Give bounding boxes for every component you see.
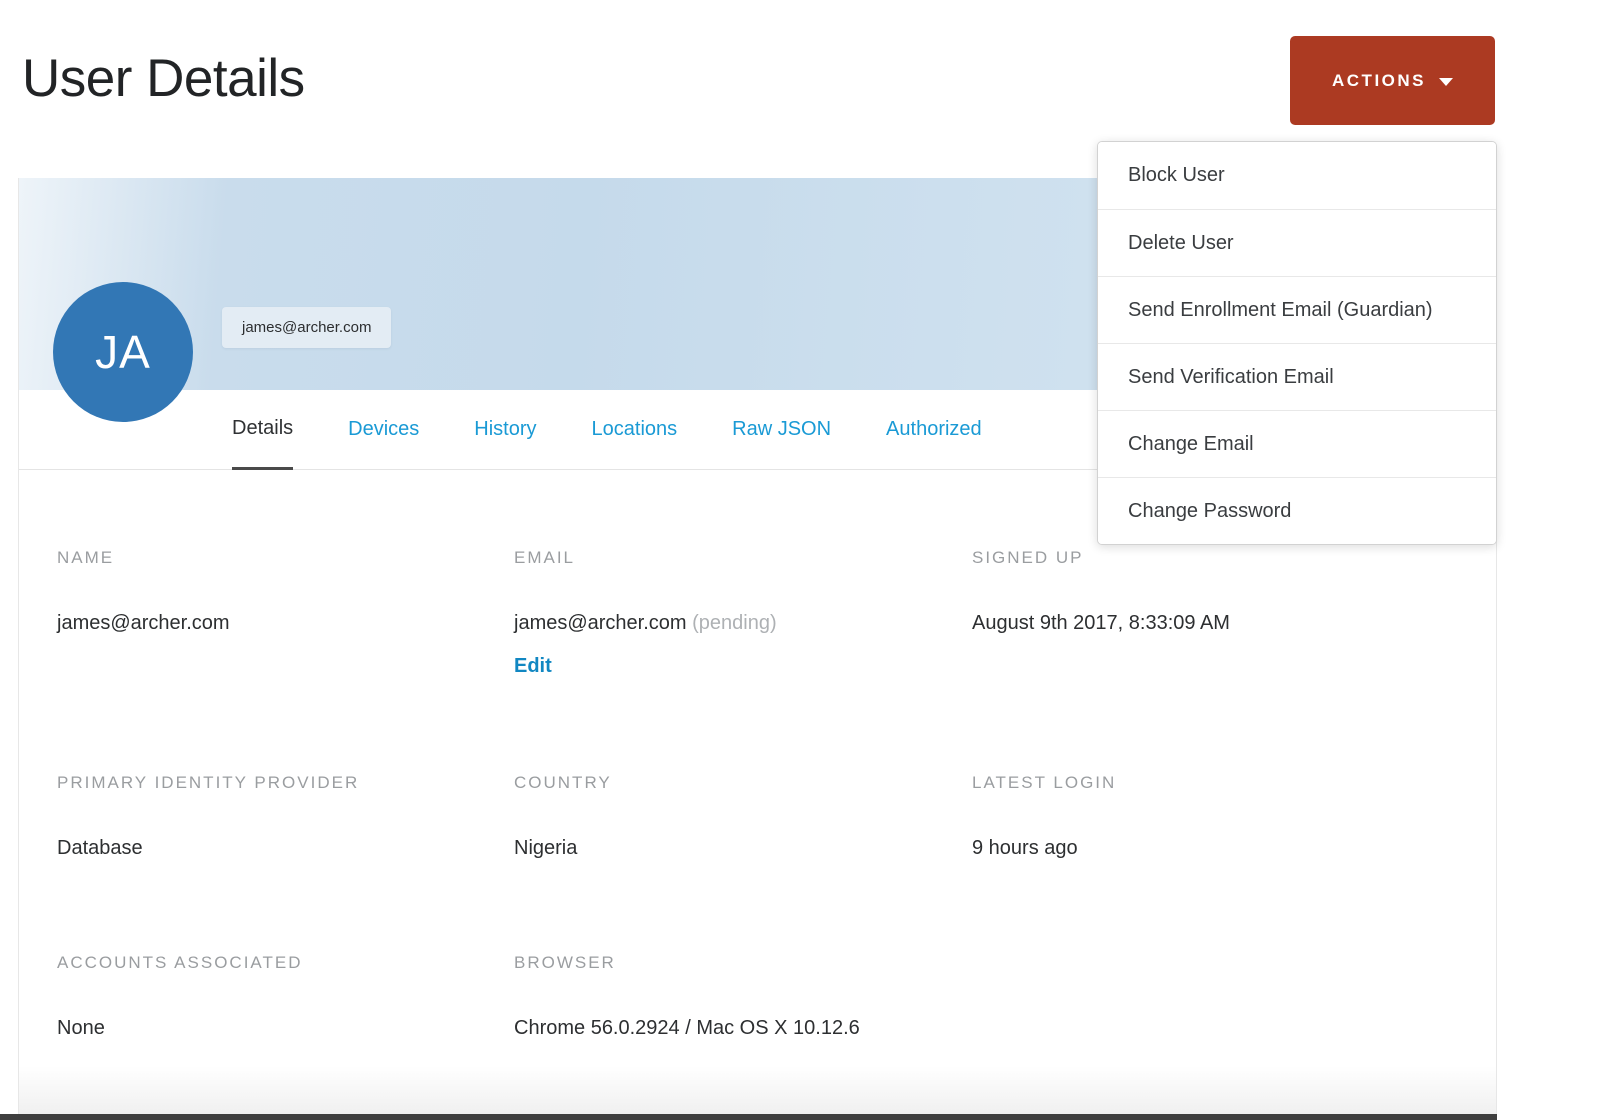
menu-item-send-verification-email[interactable]: Send Verification Email xyxy=(1098,343,1496,410)
edit-email-link[interactable]: Edit xyxy=(514,655,552,678)
field-accounts-associated-label: ACCOUNTS ASSOCIATED xyxy=(57,953,303,972)
field-name-value: james@archer.com xyxy=(57,612,230,634)
page-title: User Details xyxy=(22,49,305,108)
email-chip: james@archer.com xyxy=(222,307,392,348)
field-email: EMAIL james@archer.com (pending) Edit xyxy=(514,548,777,678)
field-browser: BROWSER Chrome 56.0.2924 / Mac OS X 10.1… xyxy=(514,953,860,1041)
field-primary-idp-label: PRIMARY IDENTITY PROVIDER xyxy=(57,773,360,792)
menu-item-block-user[interactable]: Block User xyxy=(1098,142,1496,209)
tab-details[interactable]: Details xyxy=(232,390,294,470)
field-latest-login-value: 9 hours ago xyxy=(972,837,1078,859)
menu-item-delete-user[interactable]: Delete User xyxy=(1098,209,1496,276)
actions-menu: Block User Delete User Send Enrollment E… xyxy=(1097,141,1497,545)
field-accounts-associated-value: None xyxy=(57,1017,105,1039)
field-latest-login-label: LATEST LOGIN xyxy=(972,773,1117,792)
user-details-screen: User Details ACTIONS JA james@archer.com… xyxy=(0,0,1600,1120)
field-browser-label: BROWSER xyxy=(514,953,616,972)
field-name: NAME james@archer.com xyxy=(57,548,230,636)
field-browser-value: Chrome 56.0.2924 / Mac OS X 10.12.6 xyxy=(514,1017,860,1039)
actions-button-label: ACTIONS xyxy=(1332,70,1426,90)
menu-item-change-password[interactable]: Change Password xyxy=(1098,477,1496,544)
caret-down-icon xyxy=(1439,77,1453,86)
field-signed-up: SIGNED UP August 9th 2017, 8:33:09 AM xyxy=(972,548,1230,636)
field-signed-up-label: SIGNED UP xyxy=(972,548,1084,567)
tab-raw-json[interactable]: Raw JSON xyxy=(732,390,831,469)
field-latest-login: LATEST LOGIN 9 hours ago xyxy=(972,773,1116,861)
field-email-value: james@archer.com xyxy=(514,612,687,634)
tab-authorized[interactable]: Authorized xyxy=(886,390,982,469)
field-email-label: EMAIL xyxy=(514,548,576,567)
actions-button[interactable]: ACTIONS xyxy=(1290,36,1495,125)
field-primary-idp: PRIMARY IDENTITY PROVIDER Database xyxy=(57,773,359,861)
field-country-label: COUNTRY xyxy=(514,773,612,792)
field-country: COUNTRY Nigeria xyxy=(514,773,612,861)
email-pending-status: (pending) xyxy=(692,612,777,634)
avatar-initials: JA xyxy=(95,326,151,378)
field-accounts-associated: ACCOUNTS ASSOCIATED None xyxy=(57,953,303,1041)
field-country-value: Nigeria xyxy=(514,837,578,859)
field-primary-idp-value: Database xyxy=(57,837,143,859)
tab-devices[interactable]: Devices xyxy=(348,390,419,469)
menu-item-send-enrollment-email[interactable]: Send Enrollment Email (Guardian) xyxy=(1098,276,1496,343)
field-name-label: NAME xyxy=(57,548,115,567)
card-bottom-fade xyxy=(19,1066,1496,1114)
field-signed-up-value: August 9th 2017, 8:33:09 AM xyxy=(972,612,1230,634)
window-bottom-edge xyxy=(0,1114,1497,1120)
tab-history[interactable]: History xyxy=(474,390,536,469)
avatar: JA xyxy=(53,282,193,422)
tab-locations[interactable]: Locations xyxy=(592,390,678,469)
menu-item-change-email[interactable]: Change Email xyxy=(1098,410,1496,477)
